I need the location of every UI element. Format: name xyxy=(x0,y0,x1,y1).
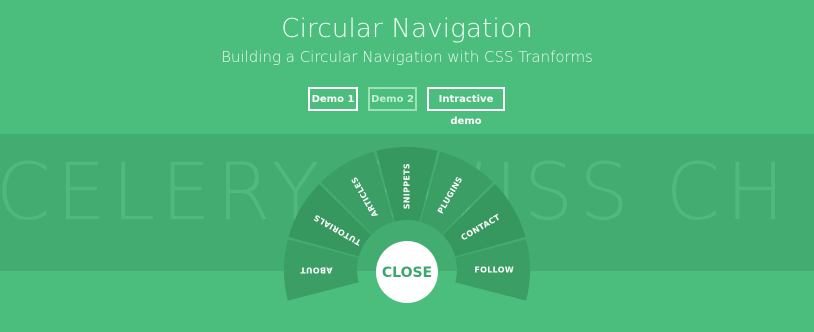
menu-item-label[interactable]: SNIPPETS xyxy=(403,163,412,209)
close-button[interactable]: CLOSE xyxy=(376,241,438,303)
menu-item-label[interactable]: FOLLOW xyxy=(474,266,514,275)
menu-item-label[interactable]: ABOUT xyxy=(300,266,333,275)
circular-navigation: ABOUTTUTORIALSARTICLES SNIPPETS PLUGINSCON… xyxy=(283,147,531,303)
close-button-label[interactable]: CLOSE xyxy=(382,265,432,281)
